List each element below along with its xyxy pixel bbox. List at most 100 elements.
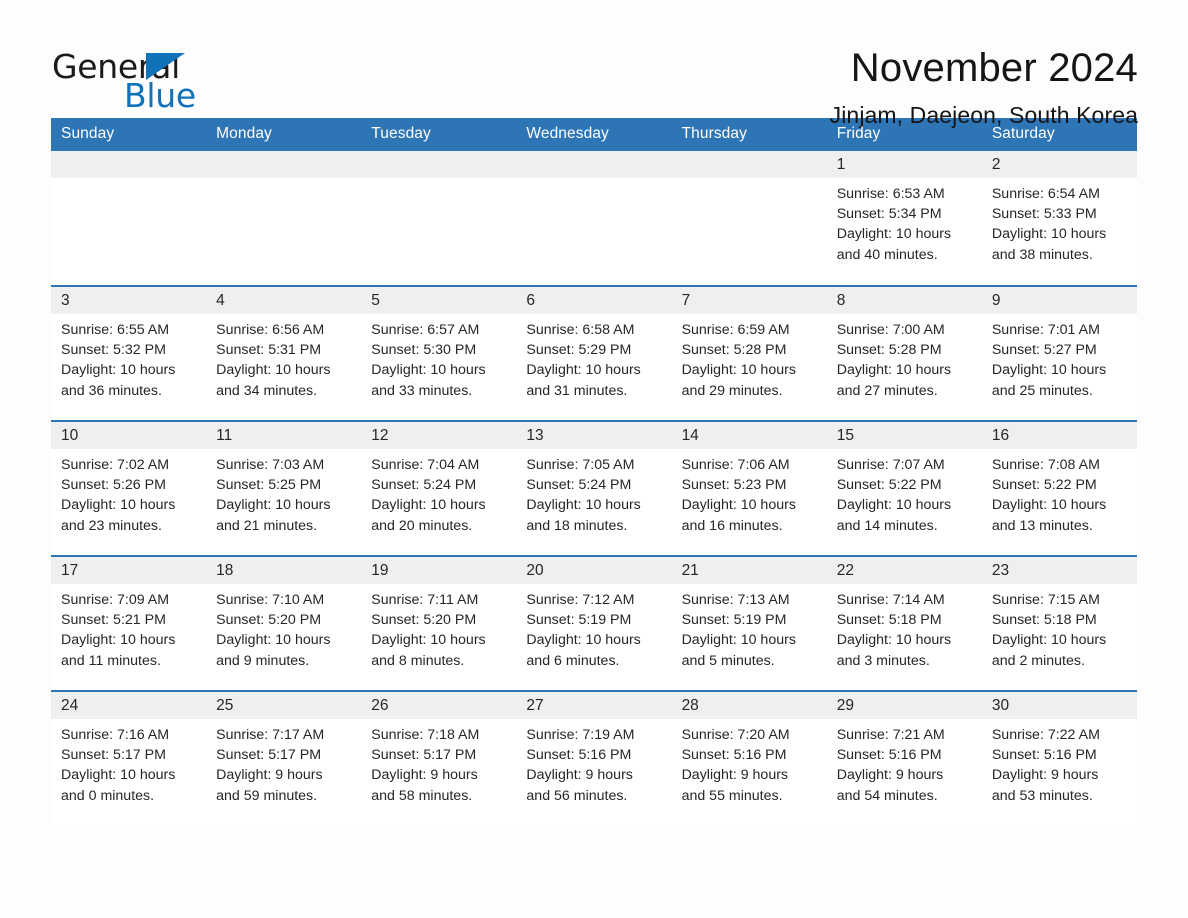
day-details: Sunrise: 7:14 AM Sunset: 5:18 PM Daylight:… xyxy=(827,584,982,671)
calendar-cell-empty xyxy=(671,151,827,286)
sunset-time: Sunset: 5:30 PM xyxy=(371,342,477,359)
day-number xyxy=(361,151,517,178)
daylight-duration-line1: Daylight: 10 hours xyxy=(216,497,331,514)
daylight-duration-line1: Daylight: 10 hours xyxy=(991,632,1107,649)
day-number: 5 xyxy=(361,287,517,314)
sunrise-time: Sunrise: 6:58 AM xyxy=(526,322,635,338)
calendar-day-cell[interactable]: 6 Sunrise: 6:58 AM Sunset: 5:29 PM Daylight… xyxy=(516,285,672,421)
day-number xyxy=(51,151,207,178)
daylight-duration-line2: and 53 minutes. xyxy=(991,787,1093,804)
daylight-duration-line1: Daylight: 10 hours xyxy=(681,362,796,379)
calendar-day-cell[interactable]: 12 Sunrise: 7:04 AM Sunset: 5:24 PM Dayligh… xyxy=(361,420,517,556)
daylight-duration-line2: and 58 minutes. xyxy=(371,787,473,804)
daylight-duration-line2: and 29 minutes. xyxy=(681,382,783,399)
sunrise-time: Sunrise: 7:17 AM xyxy=(216,727,325,743)
daylight-duration-line2: and 54 minutes. xyxy=(836,787,938,804)
calendar-day-cell[interactable]: 18 Sunrise: 7:10 AM Sunset: 5:20 PM Dayligh… xyxy=(206,555,362,691)
day-details: Sunrise: 7:03 AM Sunset: 5:25 PM Daylight:… xyxy=(206,449,361,536)
day-details: Sunrise: 7:19 AM Sunset: 5:16 PM Daylight:… xyxy=(516,719,671,806)
daylight-duration-line1: Daylight: 9 hours xyxy=(681,767,789,784)
day-number: 21 xyxy=(671,557,827,584)
weekday-header-sunday: Sunday xyxy=(51,118,207,151)
calendar-day-cell[interactable]: 9 Sunrise: 7:01 AM Sunset: 5:27 PM Daylight… xyxy=(981,285,1137,421)
daylight-duration-line2: and 40 minutes. xyxy=(836,246,938,263)
sunset-time: Sunset: 5:22 PM xyxy=(836,477,942,494)
daylight-duration-line1: Daylight: 10 hours xyxy=(61,767,176,784)
calendar-day-cell[interactable]: 7 Sunrise: 6:59 AM Sunset: 5:28 PM Daylight… xyxy=(671,285,827,421)
calendar-day-cell[interactable]: 28 Sunrise: 7:20 AM Sunset: 5:16 PM Dayligh… xyxy=(671,690,827,826)
sunset-time: Sunset: 5:18 PM xyxy=(836,612,942,629)
daylight-duration-line2: and 2 minutes. xyxy=(991,652,1085,669)
calendar-day-cell[interactable]: 5 Sunrise: 6:57 AM Sunset: 5:30 PM Daylight… xyxy=(361,285,517,421)
daylight-duration-line1: Daylight: 10 hours xyxy=(526,362,641,379)
daylight-duration-line1: Daylight: 10 hours xyxy=(216,362,331,379)
calendar-day-cell[interactable]: 11 Sunrise: 7:03 AM Sunset: 5:25 PM Dayligh… xyxy=(206,420,362,556)
sunset-time: Sunset: 5:23 PM xyxy=(681,477,787,494)
calendar-day-cell[interactable]: 25 Sunrise: 7:17 AM Sunset: 5:17 PM Dayligh… xyxy=(206,690,362,826)
daylight-duration-line2: and 6 minutes. xyxy=(526,652,620,669)
calendar-day-cell[interactable]: 4 Sunrise: 6:56 AM Sunset: 5:31 PM Daylight… xyxy=(206,285,362,421)
sunset-time: Sunset: 5:16 PM xyxy=(526,747,632,764)
day-number: 6 xyxy=(516,287,672,314)
calendar-day-cell[interactable]: 21 Sunrise: 7:13 AM Sunset: 5:19 PM Dayligh… xyxy=(671,555,827,691)
day-number: 7 xyxy=(671,287,827,314)
calendar-day-cell[interactable]: 19 Sunrise: 7:11 AM Sunset: 5:20 PM Dayligh… xyxy=(361,555,517,691)
day-number: 17 xyxy=(51,557,207,584)
sunrise-time: Sunrise: 7:13 AM xyxy=(681,592,790,608)
day-number: 14 xyxy=(671,422,827,449)
day-number: 2 xyxy=(981,151,1137,178)
calendar-day-cell[interactable]: 17 Sunrise: 7:09 AM Sunset: 5:21 PM Dayligh… xyxy=(51,555,207,691)
day-number: 20 xyxy=(516,557,672,584)
sunset-time: Sunset: 5:26 PM xyxy=(61,477,166,494)
daylight-duration-line1: Daylight: 10 hours xyxy=(526,632,641,649)
calendar-day-cell[interactable]: 1 Sunrise: 6:53 AM Sunset: 5:34 PM Daylight… xyxy=(826,151,982,286)
calendar-day-cell[interactable]: 29 Sunrise: 7:21 AM Sunset: 5:16 PM Dayligh… xyxy=(826,690,982,826)
sunset-time: Sunset: 5:16 PM xyxy=(836,747,942,764)
day-number: 29 xyxy=(826,692,982,719)
day-number: 27 xyxy=(516,692,672,719)
calendar-day-cell[interactable]: 14 Sunrise: 7:06 AM Sunset: 5:23 PM Dayligh… xyxy=(671,420,827,556)
calendar-day-cell[interactable]: 26 Sunrise: 7:18 AM Sunset: 5:17 PM Dayligh… xyxy=(361,690,517,826)
calendar-day-cell[interactable]: 20 Sunrise: 7:12 AM Sunset: 5:19 PM Dayligh… xyxy=(516,555,672,691)
calendar-day-cell[interactable]: 2 Sunrise: 6:54 AM Sunset: 5:33 PM Daylight… xyxy=(981,151,1137,286)
daylight-duration-line1: Daylight: 9 hours xyxy=(216,767,323,784)
sunset-time: Sunset: 5:19 PM xyxy=(681,612,787,629)
calendar-day-cell[interactable]: 30 Sunrise: 7:22 AM Sunset: 5:16 PM Dayligh… xyxy=(981,690,1137,826)
calendar-day-cell[interactable]: 13 Sunrise: 7:05 AM Sunset: 5:24 PM Dayligh… xyxy=(516,420,672,556)
weekday-header-tuesday: Tuesday xyxy=(361,118,517,151)
sunset-time: Sunset: 5:20 PM xyxy=(371,612,477,629)
sunrise-time: Sunrise: 7:06 AM xyxy=(681,457,790,473)
daylight-duration-line2: and 8 minutes. xyxy=(371,652,465,669)
sunrise-time: Sunrise: 7:21 AM xyxy=(836,727,945,743)
logo-text-blue: Blue xyxy=(124,76,196,115)
daylight-duration-line2: and 59 minutes. xyxy=(216,787,318,804)
calendar-day-cell[interactable]: 10 Sunrise: 7:02 AM Sunset: 5:26 PM Dayligh… xyxy=(51,420,207,556)
daylight-duration-line1: Daylight: 10 hours xyxy=(991,362,1107,379)
sunset-time: Sunset: 5:28 PM xyxy=(681,342,787,359)
calendar-week-row: 1 Sunrise: 6:53 AM Sunset: 5:34 PM Daylight… xyxy=(51,151,1137,286)
sunset-time: Sunset: 5:22 PM xyxy=(991,477,1097,494)
daylight-duration-line2: and 23 minutes. xyxy=(61,517,162,534)
page-title: November 2024 xyxy=(850,46,1138,90)
sunrise-time: Sunrise: 7:04 AM xyxy=(371,457,480,473)
calendar-day-cell[interactable]: 27 Sunrise: 7:19 AM Sunset: 5:16 PM Dayligh… xyxy=(516,690,672,826)
sunset-time: Sunset: 5:27 PM xyxy=(991,342,1097,359)
sunrise-time: Sunrise: 7:08 AM xyxy=(991,457,1100,473)
sunset-time: Sunset: 5:32 PM xyxy=(61,342,166,359)
calendar-day-cell[interactable]: 16 Sunrise: 7:08 AM Sunset: 5:22 PM Dayligh… xyxy=(981,420,1137,556)
calendar-cell-empty xyxy=(516,151,672,286)
sunset-time: Sunset: 5:29 PM xyxy=(526,342,632,359)
calendar-day-cell[interactable]: 3 Sunrise: 6:55 AM Sunset: 5:32 PM Daylight… xyxy=(51,285,207,421)
calendar-day-cell[interactable]: 8 Sunrise: 7:00 AM Sunset: 5:28 PM Daylight… xyxy=(826,285,982,421)
daylight-duration-line1: Daylight: 9 hours xyxy=(991,767,1099,784)
generalblue-logo[interactable]: General Blue xyxy=(52,44,212,115)
calendar-day-cell[interactable]: 22 Sunrise: 7:14 AM Sunset: 5:18 PM Dayligh… xyxy=(826,555,982,691)
daylight-duration-line1: Daylight: 10 hours xyxy=(61,497,176,514)
calendar-day-cell[interactable]: 15 Sunrise: 7:07 AM Sunset: 5:22 PM Dayligh… xyxy=(826,420,982,556)
calendar-day-cell[interactable]: 23 Sunrise: 7:15 AM Sunset: 5:18 PM Dayligh… xyxy=(981,555,1137,691)
daylight-duration-line2: and 33 minutes. xyxy=(371,382,473,399)
calendar-week-row: 24 Sunrise: 7:16 AM Sunset: 5:17 PM Dayligh… xyxy=(51,690,1137,826)
sunset-time: Sunset: 5:33 PM xyxy=(991,206,1097,223)
sunrise-time: Sunrise: 6:57 AM xyxy=(371,322,480,338)
calendar-day-cell[interactable]: 24 Sunrise: 7:16 AM Sunset: 5:17 PM Dayligh… xyxy=(51,690,207,826)
